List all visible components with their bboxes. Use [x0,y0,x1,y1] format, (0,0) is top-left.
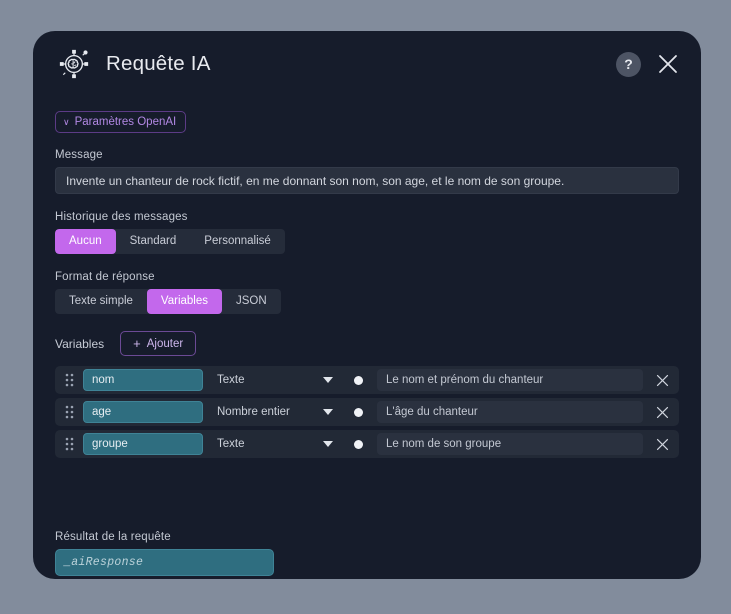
chevron-down-icon: ∨ [63,116,70,127]
dialog-header: Requête IA ? [33,31,701,97]
variable-required-toggle[interactable] [345,407,371,417]
format-option-texte-simple[interactable]: Texte simple [55,289,147,314]
variable-type-value: Nombre entier [217,406,290,419]
chevron-down-icon [323,409,333,416]
variable-required-toggle[interactable] [345,375,371,385]
ai-brain-icon [56,46,92,82]
variables-list: nom Texte Le nom et prénom du chanteur a… [55,366,679,459]
variables-header: Variables + Ajouter [55,331,679,357]
history-segmented-control: Aucun Standard Personnalisé [55,229,285,255]
ai-request-dialog: Requête IA ? ∨ Paramètres OpenAI Message [33,31,701,579]
help-button[interactable]: ? [616,51,641,77]
openai-settings-label: Paramètres OpenAI [74,116,177,128]
variable-description-input[interactable]: Le nom et prénom du chanteur [377,369,643,392]
variable-row: nom Texte Le nom et prénom du chanteur [55,366,679,395]
required-dot-icon [353,407,363,417]
history-option-standard[interactable]: Standard [116,229,191,254]
variable-type-select[interactable]: Texte [209,369,339,391]
required-dot-icon [353,375,363,385]
result-label: Résultat de la requête [55,531,171,544]
add-variable-label: Ajouter [146,337,184,350]
history-option-aucun[interactable]: Aucun [55,229,116,255]
variable-type-value: Texte [217,374,245,387]
variable-type-select[interactable]: Nombre entier [209,401,339,423]
variable-type-select[interactable]: Texte [209,433,339,455]
delete-variable-button[interactable] [649,436,675,453]
variable-required-toggle[interactable] [345,439,371,449]
variable-description-input[interactable]: L'âge du chanteur [377,401,643,424]
add-variable-button[interactable]: + Ajouter [120,331,197,357]
openai-settings-toggle[interactable]: ∨ Paramètres OpenAI [55,111,187,133]
chevron-down-icon [323,377,333,384]
variable-row: groupe Texte Le nom de son groupe [55,430,679,459]
history-label: Historique des messages [55,211,188,223]
variable-description-input[interactable]: Le nom de son groupe [377,433,643,456]
drag-handle-icon[interactable] [61,401,77,423]
close-dialog-button[interactable] [655,51,681,77]
message-input[interactable]: Invente un chanteur de rock fictif, en m… [55,167,679,194]
response-format-segmented-control: Texte simple Variables JSON [55,289,281,315]
result-variable-token: _aiResponse [64,556,144,570]
drag-handle-icon[interactable] [61,433,77,455]
variable-type-value: Texte [217,438,245,451]
message-label: Message [55,149,103,161]
history-option-personnalise[interactable]: Personnalisé [190,229,284,254]
required-dot-icon [353,439,363,449]
format-option-variables[interactable]: Variables [146,289,223,315]
variable-name-input[interactable]: groupe [83,433,203,456]
chevron-down-icon [323,441,333,448]
variable-row: age Nombre entier L'âge du chanteur [55,398,679,427]
screen: Requête IA ? ∨ Paramètres OpenAI Message [0,0,731,614]
variable-name-input[interactable]: nom [83,369,203,392]
result-section: Résultat de la requête _aiResponse [55,531,679,577]
variable-name-input[interactable]: age [83,401,203,424]
variables-label: Variables [55,336,105,351]
delete-variable-button[interactable] [649,404,675,421]
plus-icon: + [133,336,141,352]
result-variable-field[interactable]: _aiResponse [55,549,274,577]
drag-handle-icon[interactable] [61,369,77,391]
format-option-json[interactable]: JSON [222,289,281,314]
dialog-title: Requête IA [106,52,211,75]
dialog-body: ∨ Paramètres OpenAI Message Invente un c… [33,97,701,577]
header-actions: ? [616,51,681,77]
dialog-brand: Requête IA [56,46,211,82]
delete-variable-button[interactable] [649,372,675,389]
response-format-label: Format de réponse [55,271,155,284]
